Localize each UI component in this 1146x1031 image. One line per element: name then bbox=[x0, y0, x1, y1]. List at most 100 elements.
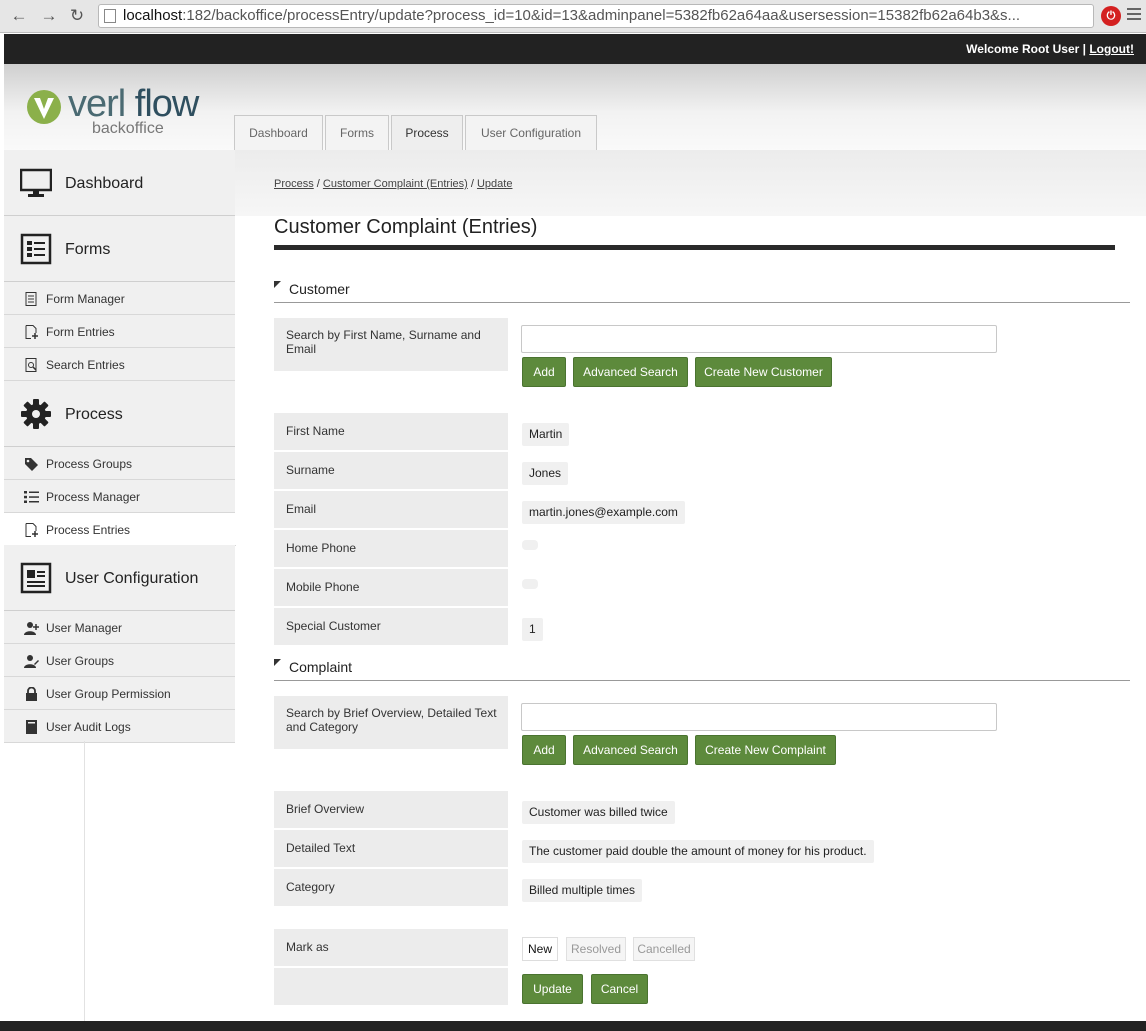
mark-option-new[interactable]: New bbox=[522, 937, 558, 961]
sidebar: Dashboard Forms Form Manager Form Entrie… bbox=[4, 150, 236, 743]
url-text[interactable]: localhost:182/backoffice/processEntry/up… bbox=[123, 7, 1063, 25]
sidebar-item-process-entries[interactable]: Process Entries bbox=[4, 513, 236, 546]
update-button[interactable]: Update bbox=[522, 974, 583, 1004]
breadcrumb-entries-link[interactable]: Customer Complaint (Entries) bbox=[323, 178, 468, 190]
extension-icon[interactable]: ⏻ bbox=[1101, 6, 1121, 26]
gear-icon bbox=[21, 399, 51, 429]
sidebar-section-dashboard[interactable]: Dashboard bbox=[4, 150, 235, 216]
mark-option-resolved[interactable]: Resolved bbox=[566, 937, 626, 961]
reload-icon[interactable]: ↻ bbox=[66, 5, 88, 27]
section-title: Complaint bbox=[289, 659, 353, 675]
home-phone-label: Home Phone bbox=[274, 530, 508, 567]
section-header-customer[interactable]: Customer bbox=[274, 281, 1130, 303]
sidebar-item-form-manager[interactable]: Form Manager bbox=[4, 282, 235, 315]
sidebar-item-label: Process Manager bbox=[46, 490, 141, 504]
detailed-text-value: The customer paid double the amount of m… bbox=[522, 840, 874, 863]
list-icon bbox=[24, 491, 39, 503]
customer-advanced-search-button[interactable]: Advanced Search bbox=[573, 357, 688, 387]
welcome-area: Welcome Root User | Logout! bbox=[966, 42, 1134, 56]
sidebar-item-label: User Audit Logs bbox=[46, 720, 131, 734]
back-icon[interactable]: ← bbox=[8, 5, 30, 27]
document-add-icon bbox=[25, 325, 38, 339]
collapse-triangle-icon[interactable] bbox=[274, 281, 281, 288]
section-header-complaint[interactable]: Complaint bbox=[274, 659, 1130, 681]
breadcrumb-current[interactable]: Update bbox=[477, 178, 512, 190]
sidebar-item-user-manager[interactable]: User Manager bbox=[4, 611, 235, 644]
complaint-add-button[interactable]: Add bbox=[522, 735, 566, 765]
tag-icon bbox=[25, 458, 38, 471]
sidebar-section-label: Dashboard bbox=[65, 175, 144, 192]
special-customer-value: 1 bbox=[522, 618, 543, 641]
document-icon bbox=[25, 292, 37, 306]
sidebar-item-label: Form Entries bbox=[46, 325, 115, 339]
main-content: Process / Customer Complaint (Entries) /… bbox=[235, 150, 1146, 1021]
collapse-triangle-icon[interactable] bbox=[274, 659, 281, 666]
complaint-search-input[interactable] bbox=[521, 703, 997, 731]
mark-option-cancelled[interactable]: Cancelled bbox=[633, 937, 695, 961]
home-phone-value bbox=[522, 540, 538, 550]
sidebar-section-forms[interactable]: Forms bbox=[4, 216, 235, 282]
user-edit-icon bbox=[24, 655, 39, 668]
document-search-icon bbox=[25, 358, 37, 372]
mark-as-label: Mark as bbox=[274, 929, 508, 966]
first-name-label: First Name bbox=[274, 413, 508, 450]
sidebar-item-label: User Group Permission bbox=[46, 687, 171, 701]
tab-forms[interactable]: Forms bbox=[325, 115, 389, 151]
logout-link[interactable]: Logout! bbox=[1089, 42, 1134, 56]
menu-icon[interactable] bbox=[1127, 8, 1141, 23]
sidebar-item-form-entries[interactable]: Form Entries bbox=[4, 315, 235, 348]
sidebar-item-user-audit-logs[interactable]: User Audit Logs bbox=[4, 710, 235, 743]
customer-add-button[interactable]: Add bbox=[522, 357, 566, 387]
tab-dashboard[interactable]: Dashboard bbox=[234, 115, 323, 151]
category-value: Billed multiple times bbox=[522, 879, 643, 902]
sidebar-item-label: Process Entries bbox=[46, 523, 131, 537]
page-icon bbox=[104, 9, 116, 23]
sidebar-item-user-groups[interactable]: User Groups bbox=[4, 644, 235, 677]
surname-label: Surname bbox=[274, 452, 508, 489]
sidebar-item-label: Search Entries bbox=[46, 358, 125, 372]
title-divider bbox=[274, 245, 1115, 250]
footer-bar bbox=[0, 1021, 1146, 1031]
logo-text: verl flow bbox=[68, 83, 199, 125]
breadcrumb-process-link[interactable]: Process bbox=[274, 178, 314, 190]
sidebar-section-user-configuration[interactable]: User Configuration bbox=[4, 545, 235, 611]
logo-mark-icon bbox=[27, 90, 61, 124]
sidebar-section-label: Process bbox=[65, 406, 123, 423]
create-new-complaint-button[interactable]: Create New Complaint bbox=[695, 735, 836, 765]
form-list-icon bbox=[20, 233, 52, 265]
browser-toolbar: ← → ↻ localhost:182/backoffice/processEn… bbox=[0, 0, 1146, 33]
first-name-value: Martin bbox=[522, 423, 570, 446]
surname-value: Jones bbox=[522, 462, 569, 485]
app-header: verl flow backoffice Dashboard Forms Pro… bbox=[4, 64, 1146, 152]
email-value: martin.jones@example.com bbox=[522, 501, 685, 524]
address-bar[interactable]: localhost:182/backoffice/processEntry/up… bbox=[98, 4, 1094, 28]
complaint-advanced-search-button[interactable]: Advanced Search bbox=[573, 735, 688, 765]
category-label: Category bbox=[274, 869, 508, 906]
email-label: Email bbox=[274, 491, 508, 528]
tab-user-configuration[interactable]: User Configuration bbox=[465, 115, 597, 151]
mobile-phone-value bbox=[522, 579, 538, 589]
customer-search-input[interactable] bbox=[521, 325, 997, 353]
subheader: Process / Customer Complaint (Entries) /… bbox=[235, 150, 1146, 216]
brief-overview-value: Customer was billed twice bbox=[522, 801, 675, 824]
tab-process[interactable]: Process bbox=[391, 115, 463, 152]
user-add-icon bbox=[24, 622, 39, 635]
sidebar-item-process-manager[interactable]: Process Manager bbox=[4, 480, 235, 513]
welcome-text: Welcome Root User | bbox=[966, 42, 1086, 56]
forward-icon[interactable]: → bbox=[38, 5, 60, 27]
brief-overview-label: Brief Overview bbox=[274, 791, 508, 828]
top-bar: Welcome Root User | Logout! bbox=[4, 34, 1146, 64]
section-title: Customer bbox=[289, 281, 350, 297]
sidebar-section-process[interactable]: Process bbox=[4, 381, 235, 447]
document-add-icon bbox=[25, 523, 38, 537]
sidebar-item-search-entries[interactable]: Search Entries bbox=[4, 348, 235, 381]
sidebar-item-user-group-permission[interactable]: User Group Permission bbox=[4, 677, 235, 710]
special-customer-label: Special Customer bbox=[274, 608, 508, 645]
create-new-customer-button[interactable]: Create New Customer bbox=[695, 357, 832, 387]
complaint-search-label: Search by Brief Overview, Detailed Text … bbox=[274, 696, 508, 749]
cancel-button[interactable]: Cancel bbox=[591, 974, 648, 1004]
content-border bbox=[84, 741, 85, 1021]
actions-label-cell bbox=[274, 968, 508, 1005]
sidebar-item-process-groups[interactable]: Process Groups bbox=[4, 447, 235, 480]
book-icon bbox=[26, 720, 37, 734]
